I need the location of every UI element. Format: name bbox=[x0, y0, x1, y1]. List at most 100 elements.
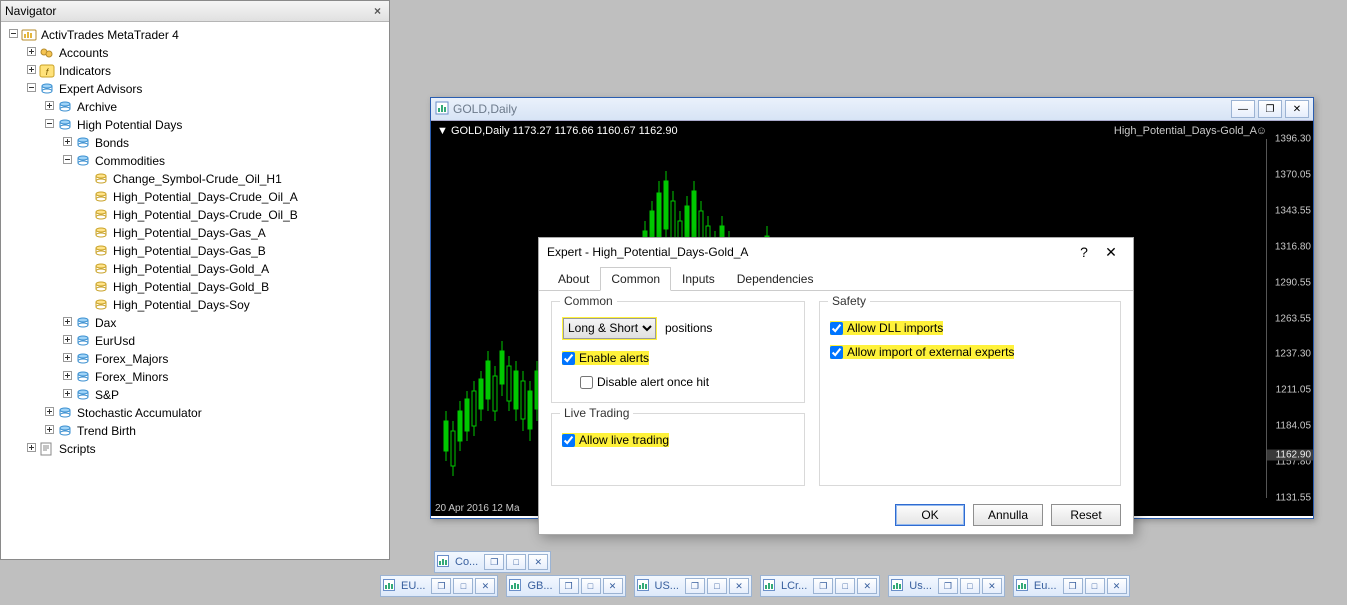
dialog-tabs: About Common Inputs Dependencies bbox=[539, 266, 1133, 291]
mdi-tab[interactable]: Eu...❐□✕ bbox=[1013, 575, 1130, 597]
allow-external-experts-checkbox[interactable]: Allow import of external experts bbox=[830, 345, 1014, 359]
collapse-icon[interactable] bbox=[7, 29, 19, 41]
tree-node[interactable]: High_Potential_Days-Gas_B bbox=[5, 242, 389, 260]
tree-node[interactable]: High_Potential_Days-Gold_B bbox=[5, 278, 389, 296]
tree-node[interactable]: EurUsd bbox=[5, 332, 389, 350]
dialog-titlebar[interactable]: Expert - High_Potential_Days-Gold_A ? ✕ bbox=[539, 238, 1133, 266]
mdi-tab[interactable]: LCr...❐□✕ bbox=[760, 575, 880, 597]
tree-node[interactable]: High_Potential_Days-Gold_A bbox=[5, 260, 389, 278]
dialog-close-button[interactable]: ✕ bbox=[1097, 244, 1125, 261]
tree-node[interactable]: Scripts bbox=[5, 440, 389, 458]
mdi-tab-close-button[interactable]: ✕ bbox=[729, 578, 749, 594]
tree-node[interactable]: Dax bbox=[5, 314, 389, 332]
ok-button[interactable]: OK bbox=[895, 504, 965, 526]
tree-node[interactable]: Commodities bbox=[5, 152, 389, 170]
expand-icon[interactable] bbox=[61, 353, 73, 365]
disable-alert-once-checkbox[interactable]: Disable alert once hit bbox=[580, 375, 709, 389]
mdi-tab-maximize-button[interactable]: □ bbox=[960, 578, 980, 594]
expand-icon[interactable] bbox=[61, 335, 73, 347]
tree-node[interactable]: High_Potential_Days-Soy bbox=[5, 296, 389, 314]
expand-icon[interactable] bbox=[43, 425, 55, 437]
expand-icon[interactable] bbox=[25, 65, 37, 77]
enable-alerts-input[interactable] bbox=[562, 352, 575, 365]
mdi-tab-close-button[interactable]: ✕ bbox=[475, 578, 495, 594]
tab-inputs[interactable]: Inputs bbox=[671, 267, 726, 290]
tree-node[interactable]: High Potential Days bbox=[5, 116, 389, 134]
reset-button[interactable]: Reset bbox=[1051, 504, 1121, 526]
collapse-icon[interactable] bbox=[25, 83, 37, 95]
chart-x-axis: 20 Apr 2016 12 Ma bbox=[435, 503, 520, 514]
mdi-tab-maximize-button[interactable]: □ bbox=[453, 578, 473, 594]
chart-minimize-button[interactable]: — bbox=[1231, 100, 1255, 118]
allow-dll-imports-input[interactable] bbox=[830, 322, 843, 335]
mdi-tab-close-button[interactable]: ✕ bbox=[603, 578, 623, 594]
allow-dll-imports-checkbox[interactable]: Allow DLL imports bbox=[830, 321, 943, 335]
dialog-help-button[interactable]: ? bbox=[1071, 244, 1097, 260]
tree-node[interactable]: Bonds bbox=[5, 134, 389, 152]
tree-node[interactable]: fIndicators bbox=[5, 62, 389, 80]
allow-external-experts-input[interactable] bbox=[830, 346, 843, 359]
mdi-tab-maximize-button[interactable]: □ bbox=[835, 578, 855, 594]
mdi-tab[interactable]: EU...❐□✕ bbox=[380, 575, 498, 597]
mdi-tab[interactable]: GB...❐□✕ bbox=[506, 575, 625, 597]
tree-node[interactable]: ActivTrades MetaTrader 4 bbox=[5, 26, 389, 44]
mdi-tab[interactable]: Us...❐□✕ bbox=[888, 575, 1005, 597]
mdi-tab-restore-button[interactable]: ❐ bbox=[938, 578, 958, 594]
tab-about[interactable]: About bbox=[547, 267, 600, 290]
tree-node[interactable]: Stochastic Accumulator bbox=[5, 404, 389, 422]
positions-select[interactable]: Long & Short bbox=[563, 318, 656, 339]
expand-icon[interactable] bbox=[43, 101, 55, 113]
tree-node[interactable]: S&P bbox=[5, 386, 389, 404]
tab-common[interactable]: Common bbox=[600, 267, 671, 291]
expand-icon[interactable] bbox=[61, 317, 73, 329]
expand-icon[interactable] bbox=[61, 389, 73, 401]
allow-live-trading-checkbox[interactable]: Allow live trading bbox=[562, 433, 669, 447]
navigator-close-icon[interactable]: × bbox=[370, 4, 385, 18]
tree-node[interactable]: High_Potential_Days-Crude_Oil_B bbox=[5, 206, 389, 224]
enable-alerts-checkbox[interactable]: Enable alerts bbox=[562, 351, 649, 365]
navigator-tree[interactable]: ActivTrades MetaTrader 4AccountsfIndicat… bbox=[1, 22, 389, 559]
mdi-tab-close-button[interactable]: ✕ bbox=[857, 578, 877, 594]
tree-node[interactable]: Forex_Majors bbox=[5, 350, 389, 368]
mdi-tab-restore-button[interactable]: ❐ bbox=[813, 578, 833, 594]
mdi-tab-maximize-button[interactable]: □ bbox=[1085, 578, 1105, 594]
chart-doc-icon bbox=[1016, 579, 1028, 594]
collapse-icon[interactable] bbox=[43, 119, 55, 131]
cancel-button[interactable]: Annulla bbox=[973, 504, 1043, 526]
tree-node[interactable]: Change_Symbol-Crude_Oil_H1 bbox=[5, 170, 389, 188]
mdi-tab-close-button[interactable]: ✕ bbox=[528, 554, 548, 570]
mdi-tab-restore-button[interactable]: ❐ bbox=[431, 578, 451, 594]
chart-maximize-button[interactable]: ❐ bbox=[1258, 100, 1282, 118]
tree-node[interactable]: Accounts bbox=[5, 44, 389, 62]
chart-titlebar[interactable]: GOLD,Daily — ❐ ✕ bbox=[431, 98, 1313, 121]
collapse-icon[interactable] bbox=[61, 155, 73, 167]
mdi-tab-maximize-button[interactable]: □ bbox=[581, 578, 601, 594]
allow-live-trading-input[interactable] bbox=[562, 434, 575, 447]
chart-close-button[interactable]: ✕ bbox=[1285, 100, 1309, 118]
expand-icon[interactable] bbox=[61, 137, 73, 149]
mdi-tab[interactable]: US...❐□✕ bbox=[634, 575, 752, 597]
expand-icon[interactable] bbox=[61, 371, 73, 383]
mdi-tab-restore-button[interactable]: ❐ bbox=[484, 554, 504, 570]
ea-icon bbox=[93, 226, 109, 240]
mdi-tab-close-button[interactable]: ✕ bbox=[982, 578, 1002, 594]
tree-node[interactable]: High_Potential_Days-Gas_A bbox=[5, 224, 389, 242]
mdi-tab[interactable]: Co...❐□✕ bbox=[434, 551, 551, 573]
mdi-tab-restore-button[interactable]: ❐ bbox=[559, 578, 579, 594]
mdi-tab-maximize-button[interactable]: □ bbox=[707, 578, 727, 594]
disable-alert-once-input[interactable] bbox=[580, 376, 593, 389]
tree-node[interactable]: Archive bbox=[5, 98, 389, 116]
mdi-tab-maximize-button[interactable]: □ bbox=[506, 554, 526, 570]
expand-icon[interactable] bbox=[25, 47, 37, 59]
tree-node[interactable]: Forex_Minors bbox=[5, 368, 389, 386]
mdi-tab-restore-button[interactable]: ❐ bbox=[1063, 578, 1083, 594]
tree-node[interactable]: Trend Birth bbox=[5, 422, 389, 440]
mdi-tab-close-button[interactable]: ✕ bbox=[1107, 578, 1127, 594]
tree-node[interactable]: High_Potential_Days-Crude_Oil_A bbox=[5, 188, 389, 206]
tab-dependencies[interactable]: Dependencies bbox=[726, 267, 825, 290]
mdi-tab-restore-button[interactable]: ❐ bbox=[685, 578, 705, 594]
expand-icon[interactable] bbox=[43, 407, 55, 419]
tree-node[interactable]: Expert Advisors bbox=[5, 80, 389, 98]
expand-icon[interactable] bbox=[25, 443, 37, 455]
y-tick: 1131.55 bbox=[1276, 493, 1311, 504]
